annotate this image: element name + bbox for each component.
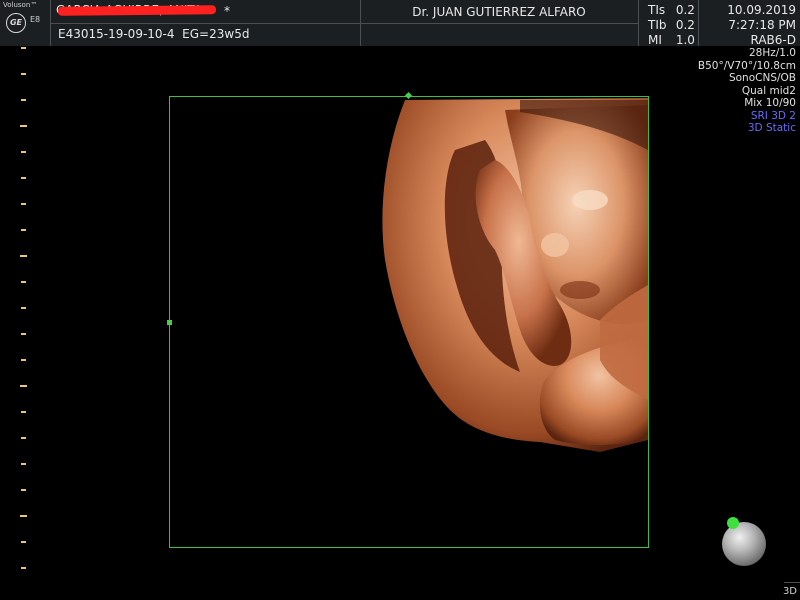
orientation-marker-icon[interactable] — [727, 517, 739, 529]
mode-label: 3D — [782, 586, 797, 597]
corner-divider — [784, 582, 800, 583]
roi-left-handle[interactable] — [167, 320, 172, 325]
orientation-ball-icon[interactable] — [722, 522, 766, 566]
roi-box[interactable] — [169, 96, 649, 548]
